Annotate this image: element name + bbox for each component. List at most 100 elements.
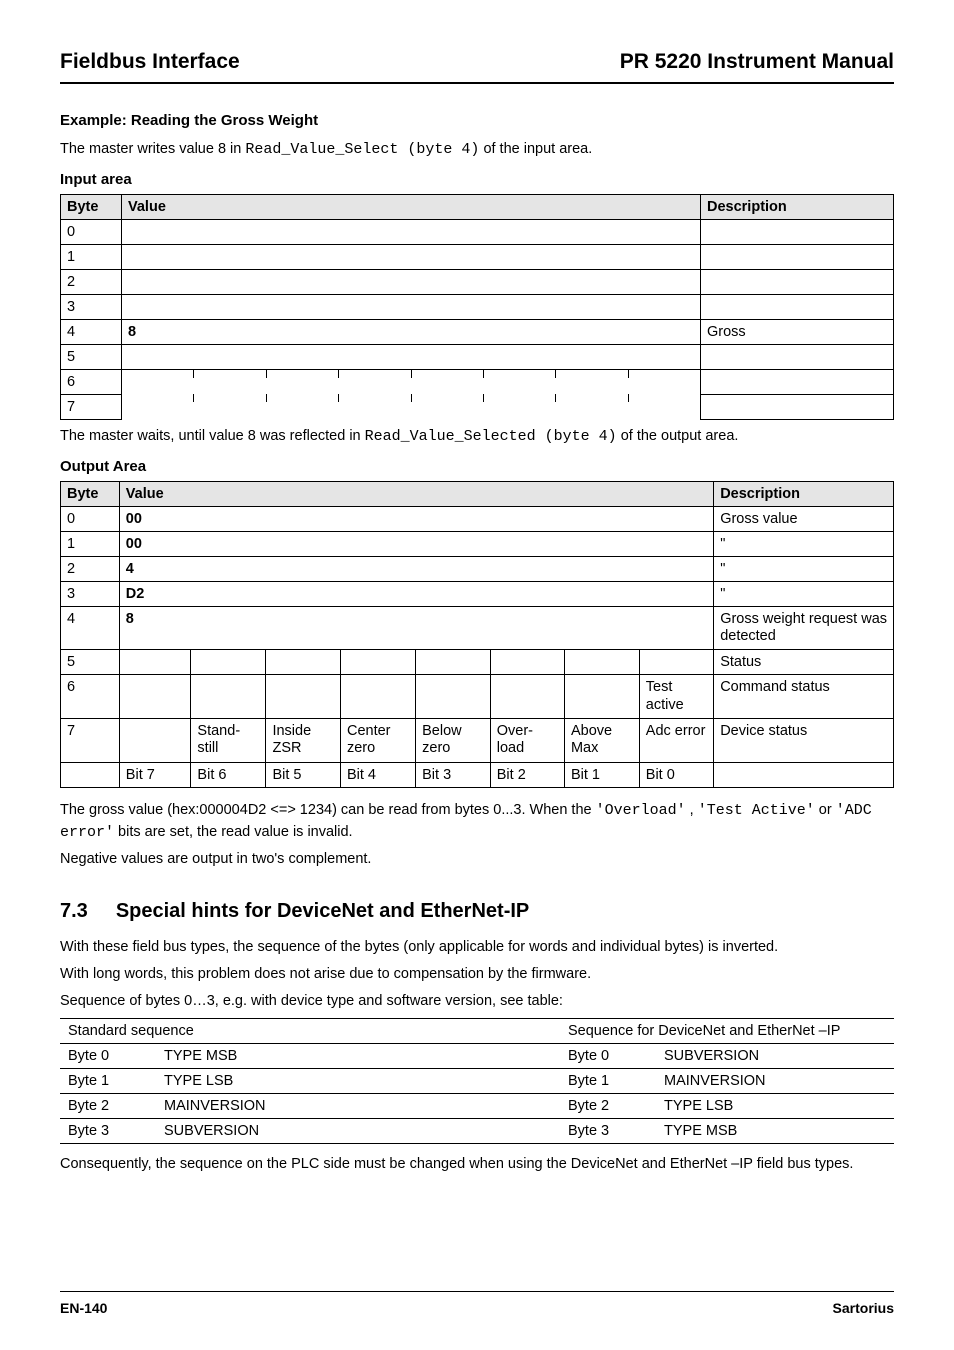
cell-desc xyxy=(701,269,894,294)
between-pre: The master waits, until value 8 was refl… xyxy=(60,428,365,444)
section-number: 7.3 xyxy=(60,900,88,923)
table-row: 1 xyxy=(61,244,894,269)
sec73-p1: With these field bus types, the sequence… xyxy=(60,937,894,958)
table-row: 5 Status xyxy=(61,650,894,675)
cell-desc xyxy=(701,394,894,419)
sub-cell: Bit 2 xyxy=(490,762,564,787)
intro-code: Read_Value_Select (byte 4) xyxy=(245,141,479,158)
sub-cell xyxy=(490,675,564,719)
output-area-table: Byte Value Description 0 00 Gross value … xyxy=(60,481,894,788)
cell-desc xyxy=(701,219,894,244)
sub-cell: Bit 1 xyxy=(564,762,639,787)
cell-byte xyxy=(61,762,120,787)
sub-cell xyxy=(119,675,191,719)
between-text: The master waits, until value 8 was refl… xyxy=(60,426,894,448)
sub-cell xyxy=(556,394,628,402)
sub-cell xyxy=(411,370,483,378)
seq-cell: MAINVERSION xyxy=(156,1094,560,1119)
cell-value: D2 xyxy=(119,581,713,606)
cell-desc xyxy=(714,762,894,787)
sub-cell xyxy=(628,370,700,378)
cell-value: 8 xyxy=(119,606,713,650)
sec73-p2: With long words, this problem does not a… xyxy=(60,964,894,985)
cell-byte: 7 xyxy=(61,394,122,419)
cell-value: 4 xyxy=(119,556,713,581)
seq-cell: Byte 1 xyxy=(560,1069,656,1094)
sub-cell xyxy=(266,675,341,719)
sub-cell: Bit 5 xyxy=(266,762,341,787)
table-row: 4 8 Gross weight request was detected xyxy=(61,606,894,650)
cell-value xyxy=(122,344,701,369)
sub-cell xyxy=(191,675,266,719)
sub-cell xyxy=(483,394,555,402)
cell-desc: Device status xyxy=(714,719,894,763)
cell-value xyxy=(122,294,701,319)
cell-byte: 0 xyxy=(61,506,120,531)
sub-cell: Stand-still xyxy=(191,719,266,763)
cell-desc: Gross weight request was detected xyxy=(714,606,894,650)
table-row: Byte 1 TYPE LSB Byte 1 MAINVERSION xyxy=(60,1069,894,1094)
sub-cell xyxy=(266,370,338,378)
seq-cell: Byte 0 xyxy=(60,1044,156,1069)
sub-cell xyxy=(266,394,338,402)
cell-byte: 6 xyxy=(61,675,120,719)
note1-code2: 'Test Active' xyxy=(698,802,815,819)
sub-cell xyxy=(122,394,194,402)
cell-desc: " xyxy=(714,581,894,606)
footer-left: EN-140 xyxy=(60,1300,107,1316)
page-header: Fieldbus Interface PR 5220 Instrument Ma… xyxy=(60,50,894,84)
sub-cell xyxy=(339,370,411,378)
sub-cell xyxy=(556,370,628,378)
seq-cell: Byte 3 xyxy=(60,1119,156,1144)
cell-byte: 2 xyxy=(61,556,120,581)
cell-byte: 1 xyxy=(61,531,120,556)
table-row: 5 xyxy=(61,344,894,369)
example-heading: Example: Reading the Gross Weight xyxy=(60,112,894,129)
seq-cell: TYPE MSB xyxy=(656,1119,894,1144)
cell-desc: Gross xyxy=(701,319,894,344)
sub-cell: Bit 6 xyxy=(191,762,266,787)
cell-desc: " xyxy=(714,556,894,581)
sub-cell xyxy=(194,370,266,378)
seq-head-left: Standard sequence xyxy=(60,1019,560,1044)
sub-cell xyxy=(340,675,415,719)
table-row: 6 xyxy=(61,369,894,394)
sec73-p3: Sequence of bytes 0…3, e.g. with device … xyxy=(60,991,894,1012)
sub-cell xyxy=(119,719,191,763)
sub-cell: Inside ZSR xyxy=(266,719,341,763)
table-row: 7 Stand-still Inside ZSR Center zero Bel… xyxy=(61,719,894,763)
sub-cell xyxy=(191,650,266,675)
note1-code1: 'Overload' xyxy=(596,802,686,819)
sub-cell xyxy=(564,675,639,719)
header-right: PR 5220 Instrument Manual xyxy=(620,50,894,74)
cell-value: 00 xyxy=(119,531,713,556)
table-row: 0 00 Gross value xyxy=(61,506,894,531)
seq-cell: Byte 0 xyxy=(560,1044,656,1069)
between-post: of the output area. xyxy=(621,428,739,444)
seq-cell: Byte 2 xyxy=(60,1094,156,1119)
table-row: Byte 3 SUBVERSION Byte 3 TYPE MSB xyxy=(60,1119,894,1144)
cell-byte: 3 xyxy=(61,581,120,606)
cell-byte: 0 xyxy=(61,219,122,244)
cell-byte: 2 xyxy=(61,269,122,294)
col-desc: Description xyxy=(701,194,894,219)
cell-desc xyxy=(701,244,894,269)
cell-byte: 6 xyxy=(61,369,122,394)
cell-desc: " xyxy=(714,531,894,556)
between-code: Read_Value_Selected (byte 4) xyxy=(365,428,617,445)
col-value: Value xyxy=(119,481,713,506)
sub-cell: Bit 7 xyxy=(119,762,191,787)
note1-post: bits are set, the read value is invalid. xyxy=(118,824,353,840)
sub-cell: Above Max xyxy=(564,719,639,763)
section-7-3-heading: 7.3 Special hints for DeviceNet and Ethe… xyxy=(60,900,894,923)
sub-cell: Bit 3 xyxy=(416,762,491,787)
note-line-2: Negative values are output in two's comp… xyxy=(60,849,894,870)
sub-cell xyxy=(490,650,564,675)
footer-right: Sartorius xyxy=(833,1300,894,1316)
note1-pre: The gross value (hex:000004D2 <=> 1234) … xyxy=(60,802,596,818)
sub-cell: Adc error xyxy=(639,719,713,763)
table-row: 4 8 Gross xyxy=(61,319,894,344)
sub-cell xyxy=(639,650,713,675)
cell-value: 00 xyxy=(119,506,713,531)
section-title: Special hints for DeviceNet and EtherNet… xyxy=(116,900,529,923)
